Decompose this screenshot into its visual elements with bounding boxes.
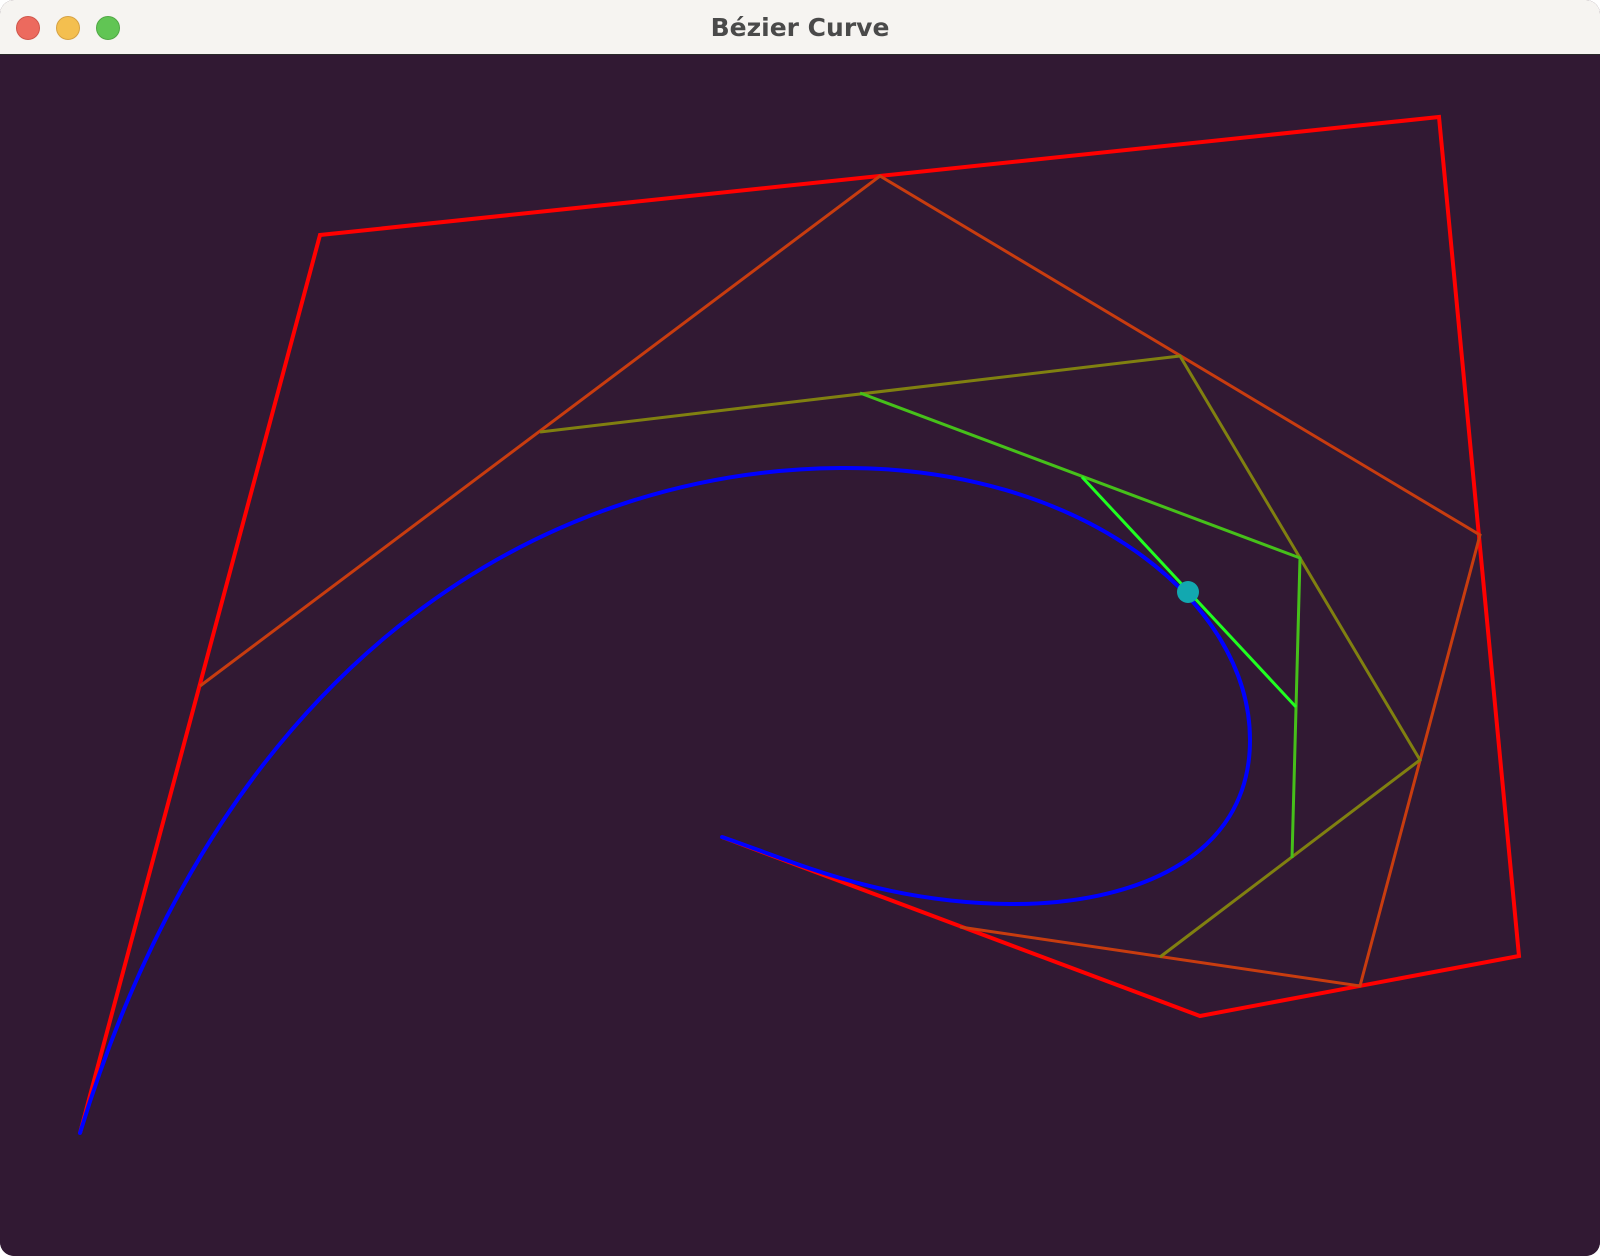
bezier-svg (78, 114, 1522, 1135)
drawing-canvas[interactable] (0, 55, 1600, 1256)
bezier-curve (78, 465, 1253, 1135)
casteljau-level-3 (859, 391, 1302, 859)
curve-point-marker[interactable] (1177, 581, 1199, 603)
casteljau-level-1 (199, 174, 1482, 988)
window-title: Bézier Curve (710, 13, 890, 42)
casteljau-level-2 (539, 354, 1422, 959)
title-bar[interactable]: Bézier Curve (0, 0, 1600, 55)
control-polygon (78, 114, 1522, 1134)
app-window: Bézier Curve (0, 0, 1600, 1256)
